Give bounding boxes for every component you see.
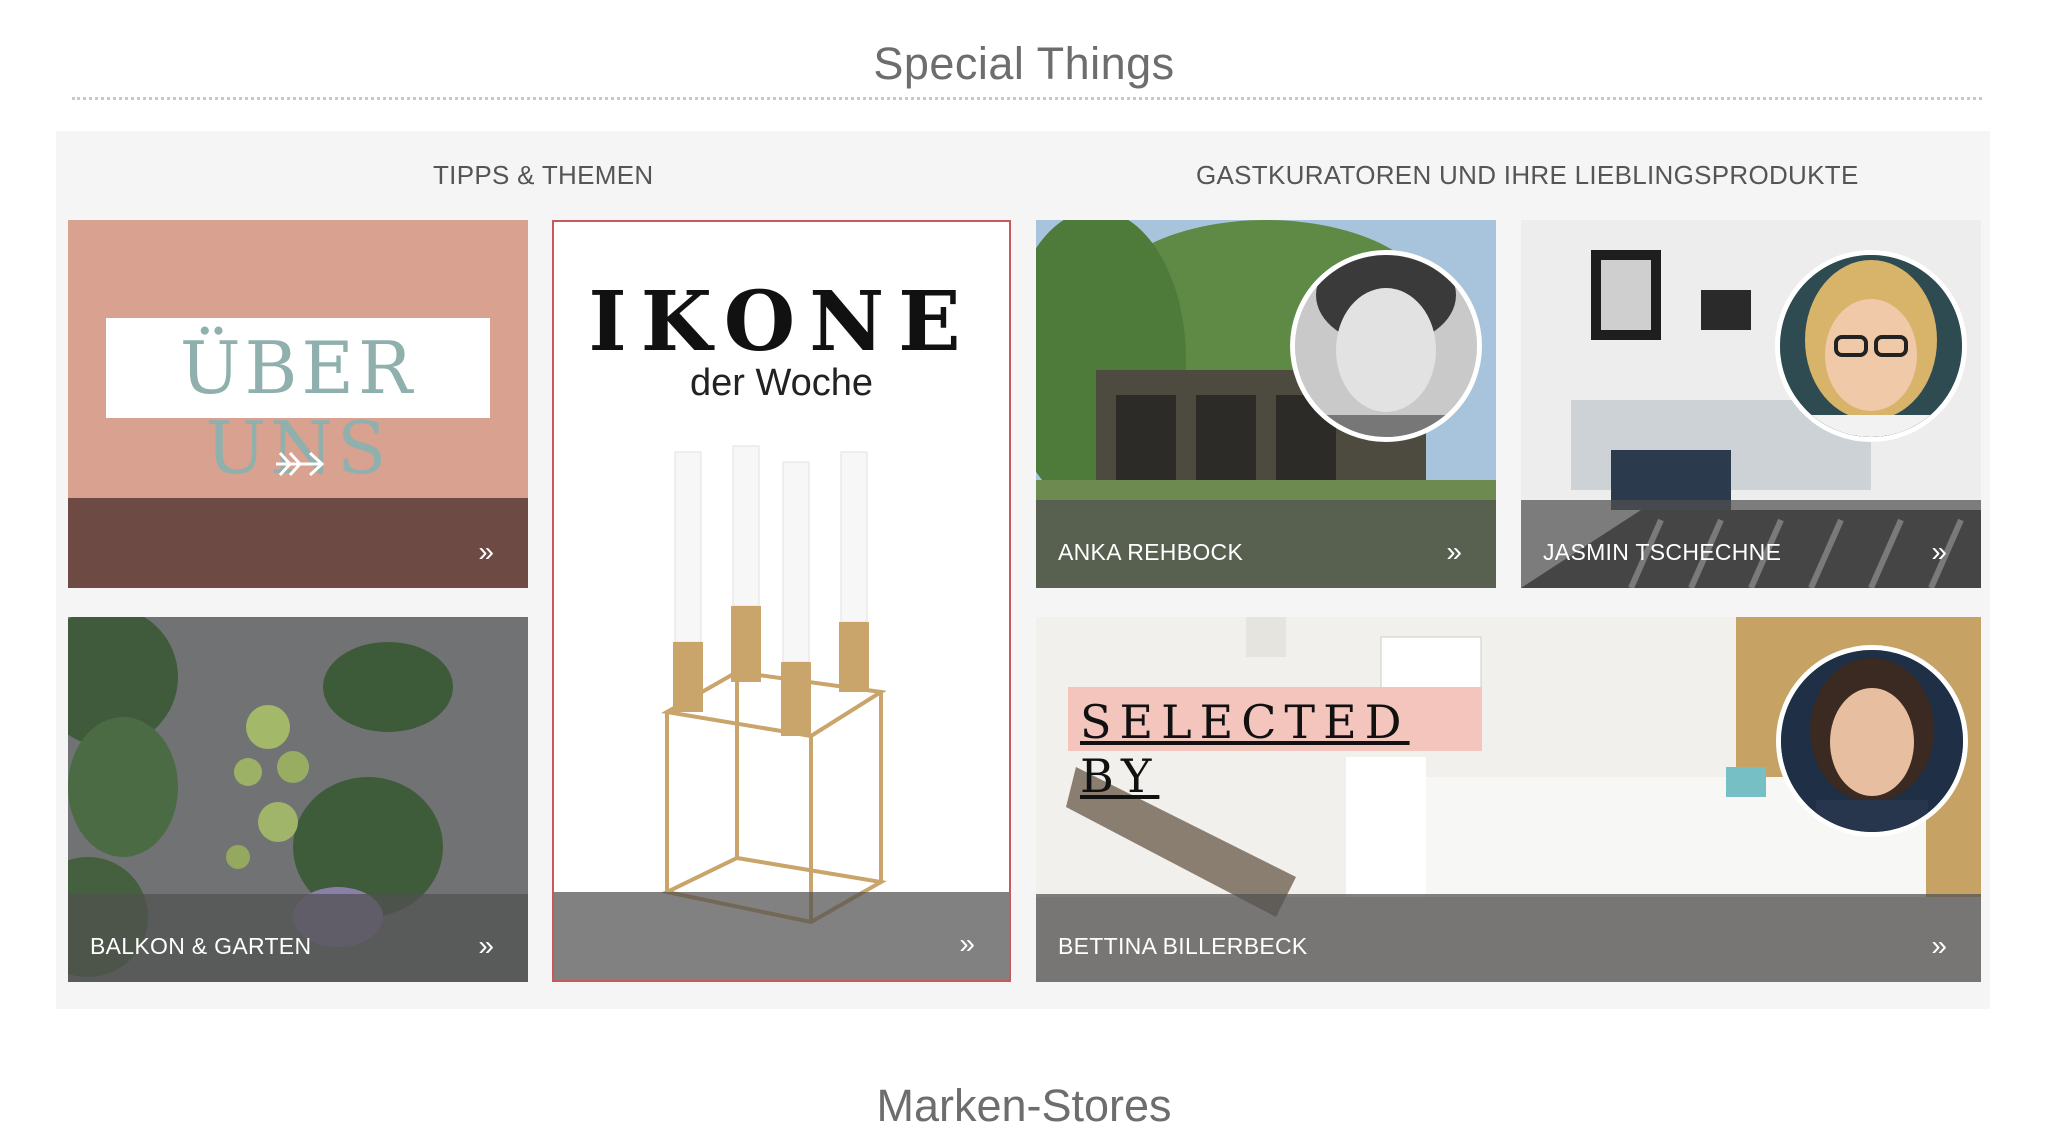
selected-by-banner: SELECTED BY bbox=[1068, 687, 1482, 803]
candle-holder-image bbox=[660, 445, 887, 925]
portrait-photo bbox=[1781, 650, 1963, 832]
portrait-photo bbox=[1780, 255, 1962, 437]
selected-by-text: SELECTED BY bbox=[1080, 695, 1410, 803]
heading-gastkuratoren: GASTKURATOREN UND IHRE LIEBLINGSPRODUKTE bbox=[1196, 160, 1859, 190]
tile-ikone-der-woche[interactable]: IKONE der Woche » bbox=[552, 220, 1011, 982]
anka-bar: ANKA REHBOCK » bbox=[1036, 500, 1496, 588]
next-section-title: Marken-Stores bbox=[876, 1080, 1172, 1131]
double-chevron-right-icon: » bbox=[478, 536, 494, 567]
portrait-photo bbox=[1295, 255, 1477, 437]
double-chevron-right-icon: » bbox=[1931, 930, 1947, 961]
bettina-portrait bbox=[1776, 645, 1968, 837]
ikone-title: IKONE bbox=[588, 274, 975, 370]
double-chevron-right-icon: » bbox=[959, 928, 975, 959]
ueber-uns-bar: » bbox=[68, 498, 528, 588]
jasmin-label: JASMIN TSCHECHNE bbox=[1543, 539, 1782, 565]
anka-label: ANKA REHBOCK bbox=[1058, 539, 1244, 565]
balkon-bar: BALKON & GARTEN » bbox=[68, 894, 528, 982]
tile-anka-rehbock[interactable]: ANKA REHBOCK » bbox=[1036, 220, 1496, 588]
tile-jasmin-tschechne[interactable]: JASMIN TSCHECHNE » bbox=[1521, 220, 1981, 588]
double-chevron-right-icon: » bbox=[1931, 536, 1947, 567]
tile-ueber-uns[interactable]: ÜBER UNS » bbox=[68, 220, 528, 588]
tile-bettina-billerbeck[interactable]: SELECTED BY BETTINA BILLERBECK » bbox=[1036, 617, 1981, 982]
ikone-bar: » bbox=[554, 892, 1009, 980]
heading-tipps-themen: TIPPS & THEMEN bbox=[433, 160, 654, 190]
anka-portrait bbox=[1290, 250, 1482, 442]
bettina-label: BETTINA BILLERBECK bbox=[1058, 933, 1308, 959]
bettina-bar: BETTINA BILLERBECK » bbox=[1036, 894, 1981, 982]
jasmin-bar: JASMIN TSCHECHNE » bbox=[1521, 500, 1981, 588]
balkon-label: BALKON & GARTEN bbox=[90, 933, 312, 959]
double-chevron-right-icon: » bbox=[1446, 536, 1462, 567]
double-chevron-right-icon: » bbox=[478, 930, 494, 961]
arrow-right-icon bbox=[276, 451, 325, 477]
ueber-uns-banner: ÜBER UNS bbox=[106, 318, 490, 488]
dotted-divider bbox=[72, 97, 1982, 100]
tile-balkon-garten[interactable]: BALKON & GARTEN » bbox=[68, 617, 528, 982]
section-title: Special Things bbox=[873, 38, 1175, 89]
ikone-subtitle: der Woche bbox=[689, 362, 874, 404]
jasmin-portrait bbox=[1775, 250, 1967, 442]
